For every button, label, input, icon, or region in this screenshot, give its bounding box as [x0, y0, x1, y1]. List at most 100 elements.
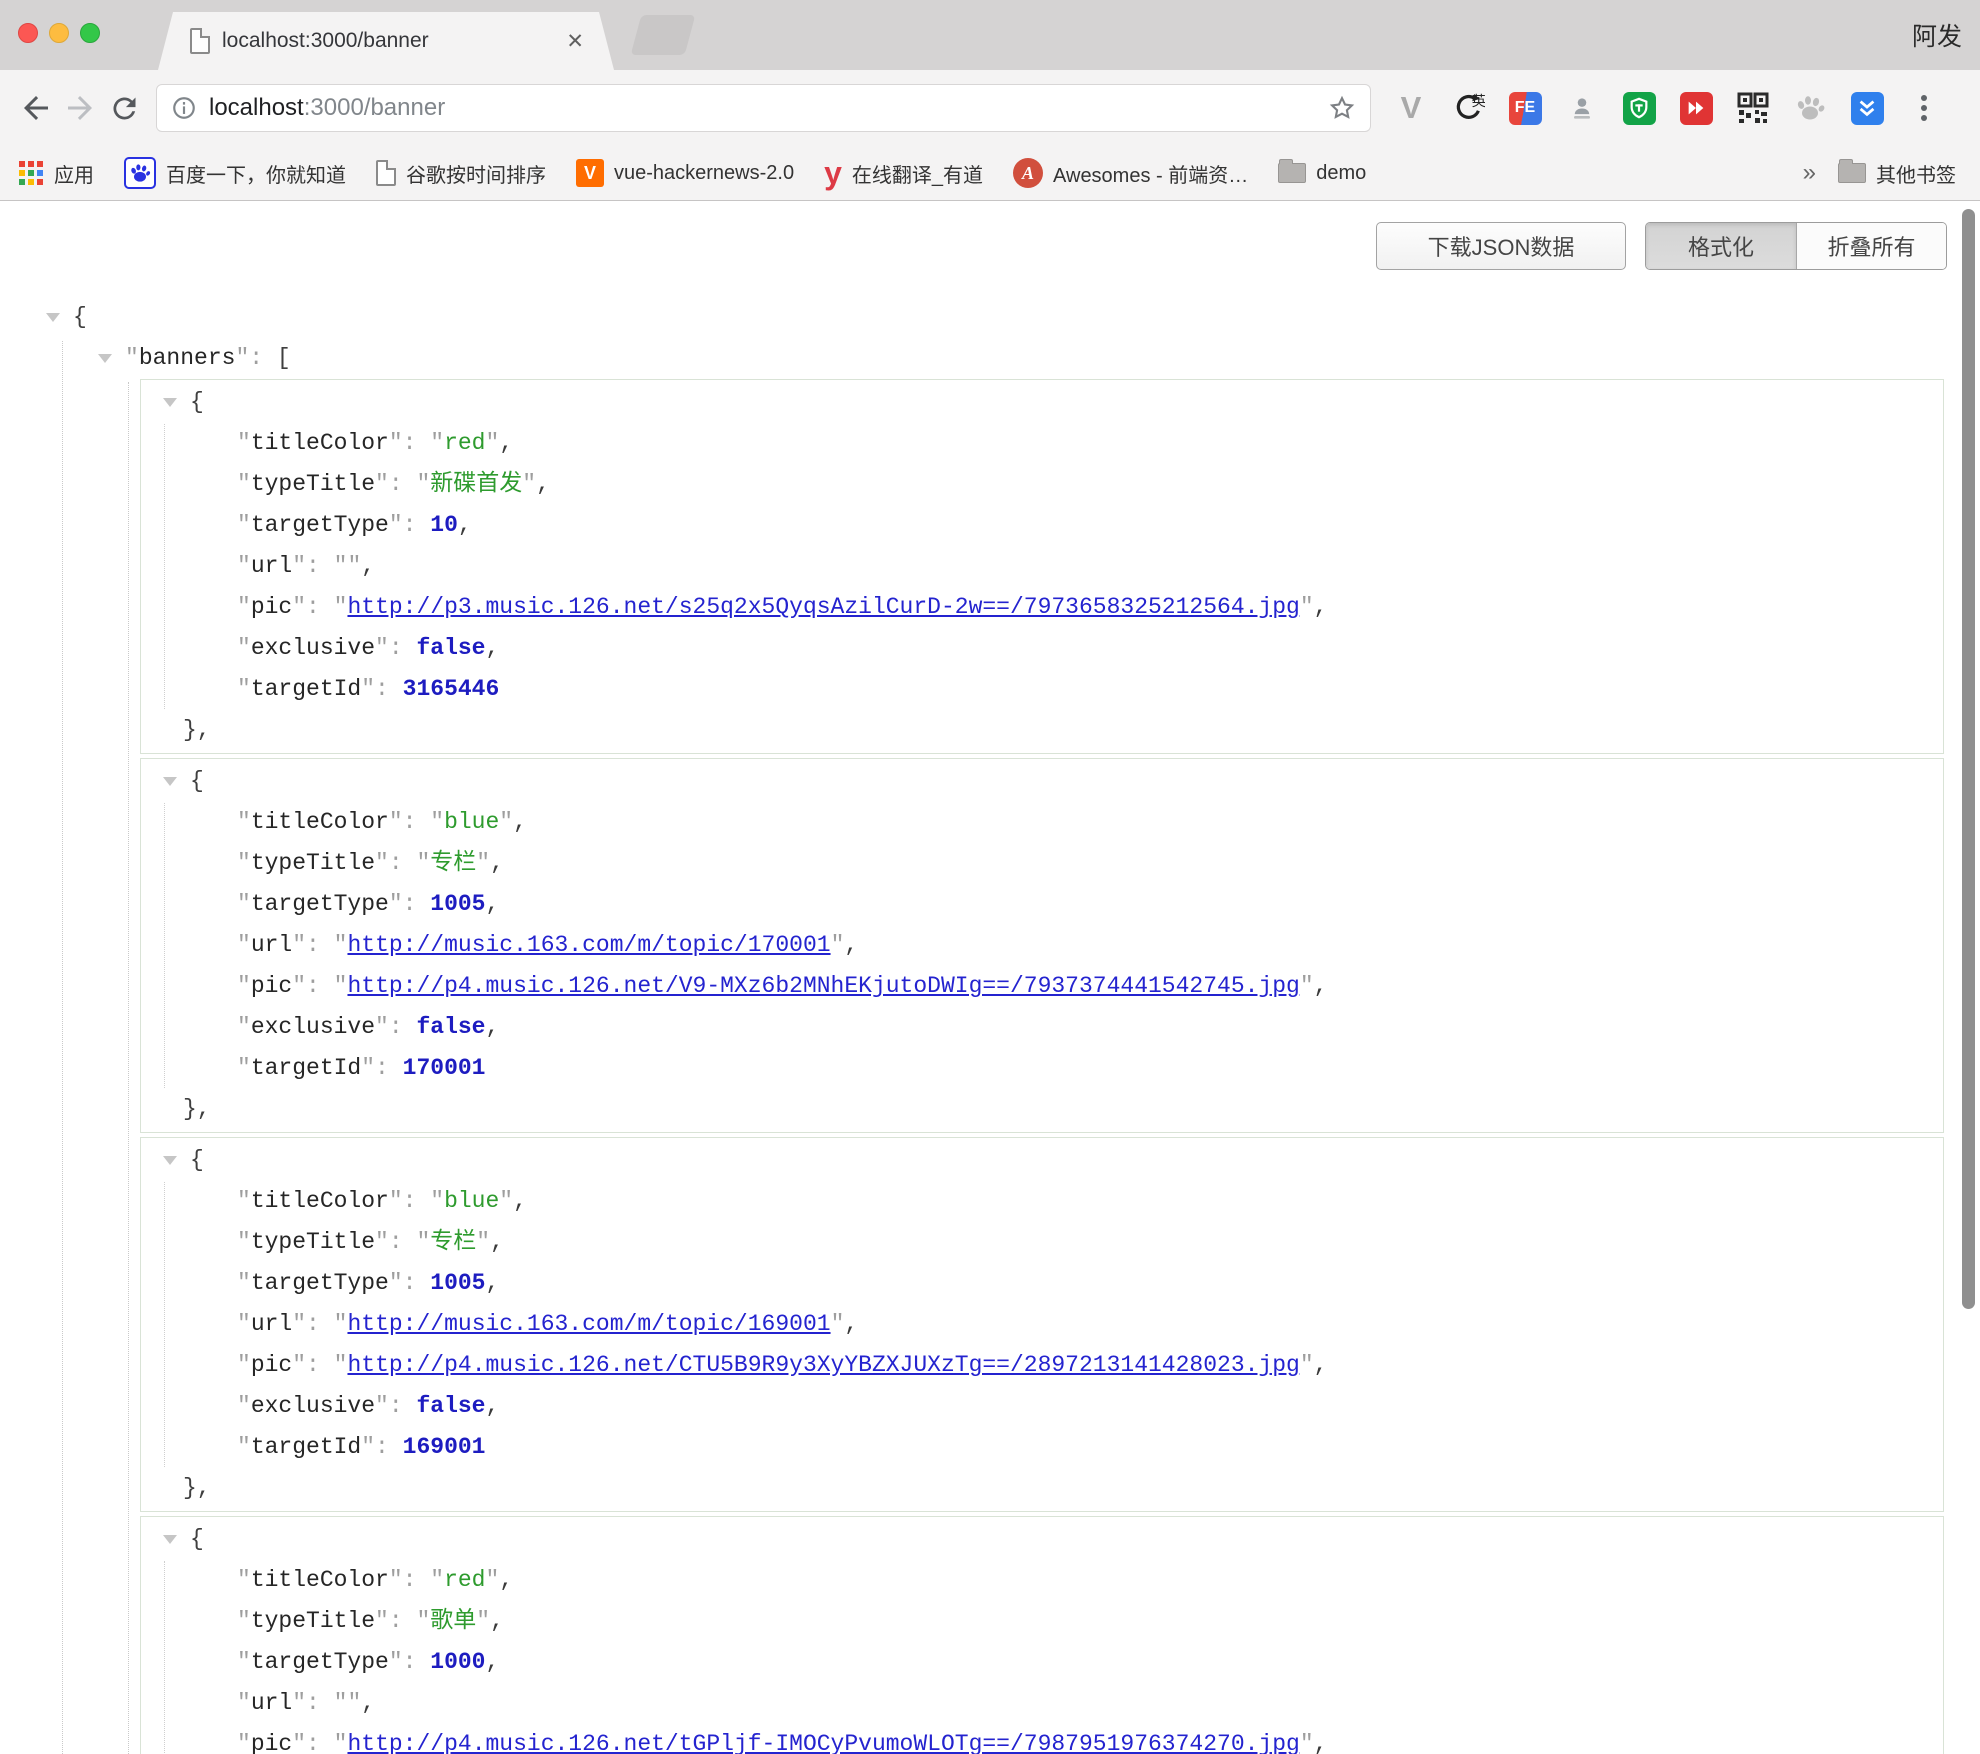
window-minimize-button[interactable]	[49, 23, 69, 43]
json-line: },	[141, 710, 1943, 751]
collapse-toggle-icon[interactable]	[163, 1156, 177, 1165]
vimium-extension-icon[interactable]: V	[1393, 90, 1429, 126]
json-number-value: 169001	[403, 1427, 486, 1468]
json-root-line: {	[40, 297, 1944, 338]
json-line: "targetType": 1000,	[141, 1642, 1943, 1683]
qrcode-extension-icon[interactable]	[1735, 90, 1771, 126]
collapse-toggle-icon[interactable]	[163, 777, 177, 786]
bookmark-vue-hackernews[interactable]: V vue-hackernews-2.0	[576, 159, 794, 187]
json-number-value: 170001	[403, 1048, 486, 1089]
bookmarks-overflow-chevron[interactable]: »	[1803, 159, 1816, 187]
collapse-toggle-icon[interactable]	[98, 354, 112, 363]
format-button[interactable]: 格式化	[1646, 223, 1796, 269]
banner-object-box: {"titleColor": "red","typeTitle": "新碟首发"…	[140, 379, 1944, 754]
collapse-toggle-icon[interactable]	[163, 1535, 177, 1544]
json-boolean-value: false	[416, 1386, 485, 1427]
json-string-value: 专栏	[430, 1222, 476, 1263]
json-line: },	[141, 1089, 1943, 1130]
bookmark-apps[interactable]: 应用	[18, 159, 94, 188]
json-line: "pic": "http://p4.music.126.net/tGPljf-I…	[141, 1724, 1943, 1754]
json-string-value: 新碟首发	[430, 464, 522, 505]
json-string-value: 专栏	[430, 843, 476, 884]
json-number-value: 1005	[430, 884, 485, 925]
window-close-button[interactable]	[18, 23, 38, 43]
other-bookmarks-folder[interactable]: 其他书签	[1838, 159, 1956, 188]
kebab-menu-icon	[1920, 92, 1928, 124]
bookmark-youdao-translate[interactable]: y 在线翻译_有道	[824, 159, 983, 188]
json-link[interactable]: http://p4.music.126.net/CTU5B9R9y3XyYBZX…	[347, 1345, 1299, 1386]
json-key: targetType	[251, 505, 389, 546]
json-viewer: { "banners": [ {"titleColor": "red","typ…	[40, 297, 1944, 1754]
json-line: "url": "",	[141, 1683, 1943, 1724]
bookmark-baidu[interactable]: 百度一下，你就知道	[124, 157, 346, 189]
bookmark-folder-demo[interactable]: demo	[1278, 162, 1366, 185]
json-link[interactable]: http://music.163.com/m/topic/169001	[347, 1304, 830, 1345]
json-line: },	[141, 1468, 1943, 1509]
download-json-button[interactable]: 下载JSON数据	[1376, 222, 1626, 270]
person-extension-icon[interactable]	[1564, 90, 1600, 126]
json-string-value: red	[444, 1560, 485, 1601]
json-line: "url": "",	[141, 546, 1943, 587]
json-line: "exclusive": false,	[141, 628, 1943, 669]
bookmarks-bar: 应用 百度一下，你就知道 谷歌按时间排序 V vue-hackernews-2.…	[0, 146, 1980, 201]
collapse-toggle-icon[interactable]	[46, 313, 60, 322]
json-line: "pic": "http://p4.music.126.net/V9-MXz6b…	[141, 966, 1943, 1007]
banner-object-box: {"titleColor": "red","typeTitle": "歌单","…	[140, 1516, 1944, 1754]
json-line: "targetId": 170001	[141, 1048, 1943, 1089]
json-link[interactable]: http://p4.music.126.net/tGPljf-IMOCyPvum…	[347, 1724, 1299, 1754]
browser-tab[interactable]: localhost:3000/banner ✕	[158, 12, 614, 70]
fast-forward-extension-icon[interactable]	[1678, 90, 1714, 126]
json-line: "titleColor": "red",	[141, 423, 1943, 464]
json-key: pic	[251, 587, 292, 628]
json-link[interactable]: http://p4.music.126.net/V9-MXz6b2MNhEKju…	[347, 966, 1299, 1007]
bookmark-google-sorted[interactable]: 谷歌按时间排序	[376, 159, 546, 188]
json-key: targetType	[251, 1642, 389, 1683]
window-zoom-button[interactable]	[80, 23, 100, 43]
profile-name[interactable]: 阿发	[1912, 0, 1962, 70]
collapse-toggle-icon[interactable]	[163, 398, 177, 407]
fe-extension-icon[interactable]: FE	[1507, 90, 1543, 126]
page-info-icon[interactable]	[171, 95, 197, 121]
tampermonkey-extension-icon[interactable]	[1621, 90, 1657, 126]
json-key: typeTitle	[251, 1222, 375, 1263]
bookmark-awesomes[interactable]: A Awesomes - 前端资…	[1013, 158, 1248, 188]
navigation-bar: localhost:3000/banner V 英 FE	[0, 70, 1980, 146]
svg-text:英: 英	[1472, 93, 1485, 110]
json-key: titleColor	[251, 423, 389, 464]
browser-menu-button[interactable]	[1906, 90, 1942, 126]
json-link[interactable]: http://music.163.com/m/topic/170001	[347, 925, 830, 966]
reload-button[interactable]	[102, 86, 146, 130]
json-boolean-value: false	[416, 1007, 485, 1048]
json-line: "exclusive": false,	[141, 1386, 1943, 1427]
json-key: typeTitle	[251, 1601, 375, 1642]
new-tab-button[interactable]	[631, 15, 696, 55]
forward-arrow-icon	[62, 90, 98, 126]
translate-extension-icon[interactable]: 英	[1450, 90, 1486, 126]
shield-check-extension-icon[interactable]	[1849, 90, 1885, 126]
json-line: "url": "http://music.163.com/m/topic/169…	[141, 1304, 1943, 1345]
scrollbar-thumb[interactable]	[1962, 209, 1975, 1309]
json-number-value: 1005	[430, 1263, 485, 1304]
back-button[interactable]	[14, 86, 58, 130]
json-key: url	[251, 925, 292, 966]
json-link[interactable]: http://p3.music.126.net/s25q2x5QyqsAzilC…	[347, 587, 1299, 628]
json-key: url	[251, 1683, 292, 1724]
extensions-row: V 英 FE	[1393, 90, 1942, 126]
baidu-paw-icon	[124, 157, 156, 189]
forward-button[interactable]	[58, 86, 102, 130]
back-arrow-icon	[18, 90, 54, 126]
json-key: targetId	[251, 1048, 361, 1089]
json-key: targetId	[251, 1427, 361, 1468]
json-key: exclusive	[251, 628, 375, 669]
json-banners-line: "banners": [	[40, 338, 1944, 379]
tree-guide-line	[164, 803, 165, 1088]
json-key: titleColor	[251, 802, 389, 843]
url-input[interactable]: localhost:3000/banner	[156, 84, 1371, 132]
collapse-all-button[interactable]: 折叠所有	[1796, 223, 1946, 269]
bookmark-star-icon[interactable]	[1328, 94, 1356, 122]
paw-extension-icon[interactable]	[1792, 90, 1828, 126]
page-content: 下载JSON数据 格式化 折叠所有 { "banners": [ {"title…	[0, 202, 1980, 1754]
json-key: pic	[251, 966, 292, 1007]
tab-close-icon[interactable]: ✕	[566, 29, 584, 54]
json-key: targetType	[251, 884, 389, 925]
